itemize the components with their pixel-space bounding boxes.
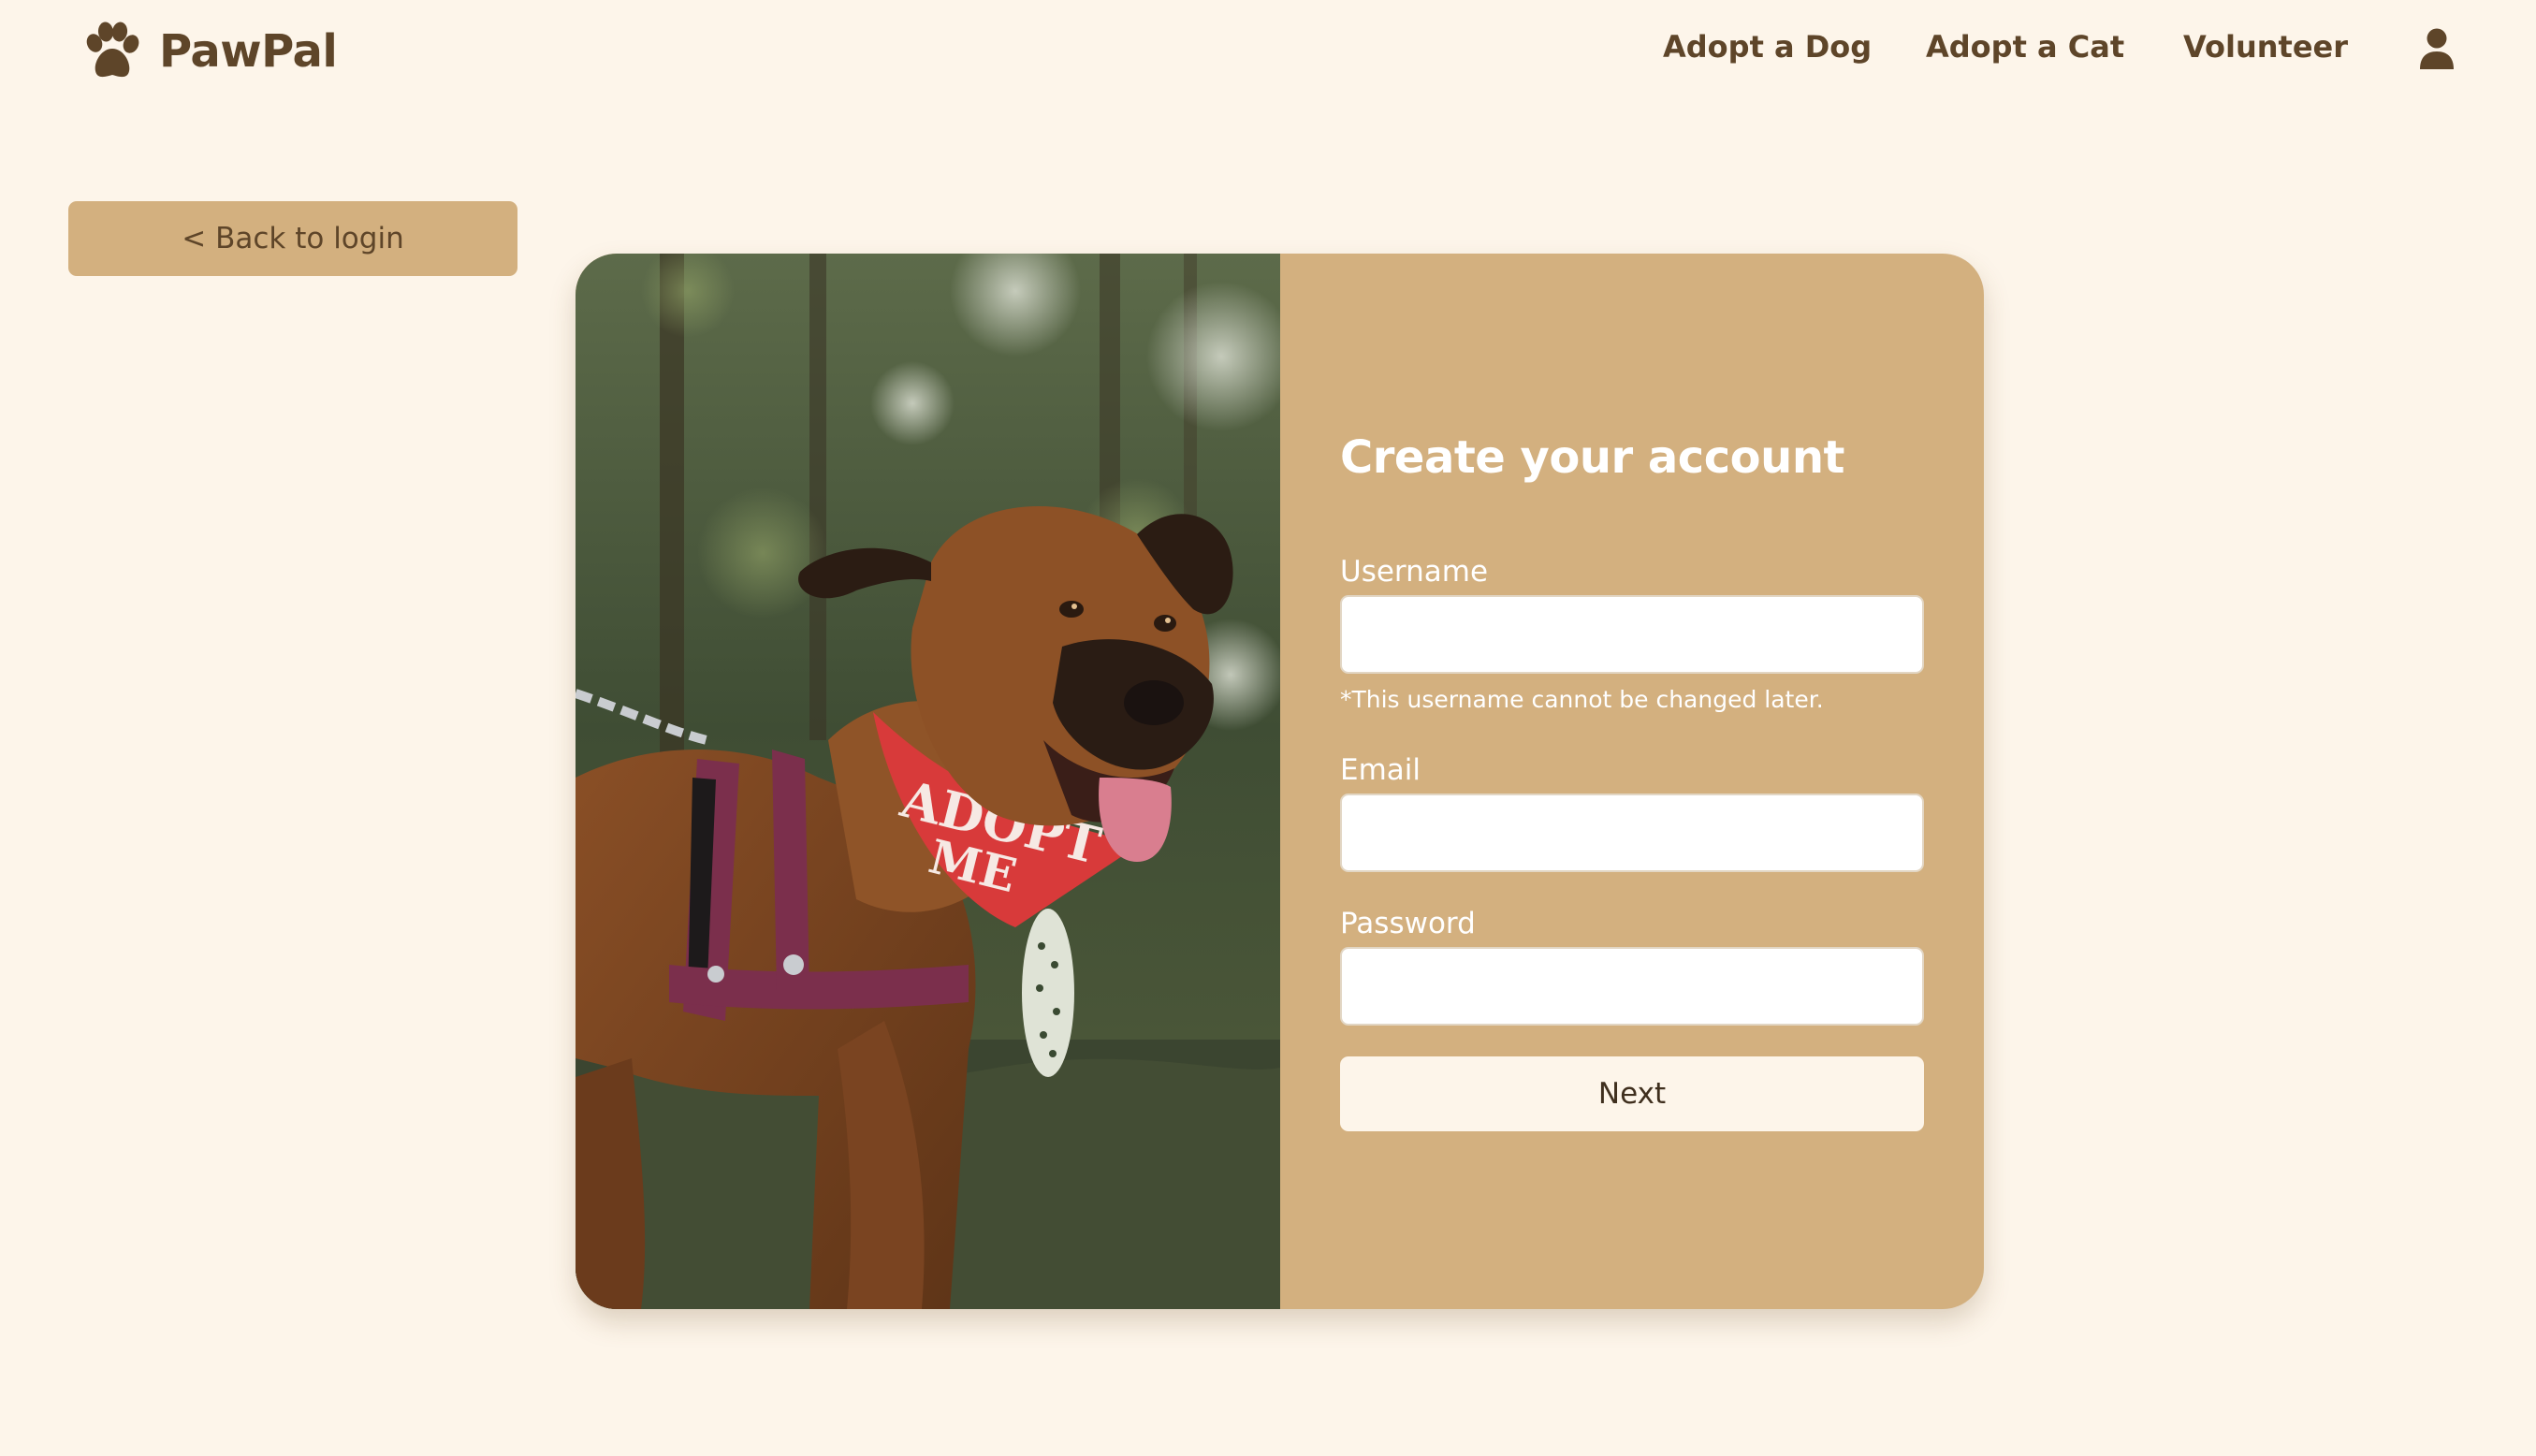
user-icon[interactable]	[2418, 28, 2456, 71]
username-input[interactable]	[1340, 595, 1924, 674]
password-input[interactable]	[1340, 947, 1924, 1026]
nav-adopt-dog[interactable]: Adopt a Dog	[1663, 29, 1872, 65]
signup-form: Create your account Username *This usern…	[1280, 254, 1984, 1309]
email-label: Email	[1340, 753, 1421, 787]
form-title: Create your account	[1340, 431, 1844, 484]
signup-page: PawPal Adopt a Dog Adopt a Cat Volunteer…	[0, 0, 2536, 1456]
email-input[interactable]	[1340, 794, 1924, 872]
brand-name: PawPal	[159, 25, 338, 78]
dog-photo-image: ADOPT ME	[576, 254, 1280, 1309]
brand-logo[interactable]: PawPal	[82, 21, 338, 82]
username-label: Username	[1340, 555, 1489, 589]
username-hint: *This username cannot be changed later.	[1340, 686, 1824, 713]
signup-card: ADOPT ME Create your account Username *T…	[576, 254, 1984, 1309]
nav-volunteer[interactable]: Volunteer	[2183, 29, 2348, 65]
password-label: Password	[1340, 907, 1476, 940]
next-button[interactable]: Next	[1340, 1056, 1924, 1131]
back-to-login-button[interactable]: < Back to login	[68, 201, 517, 276]
nav-adopt-cat[interactable]: Adopt a Cat	[1926, 29, 2124, 65]
paw-icon	[86, 22, 139, 78]
dog-photo: ADOPT ME	[576, 254, 1280, 1309]
